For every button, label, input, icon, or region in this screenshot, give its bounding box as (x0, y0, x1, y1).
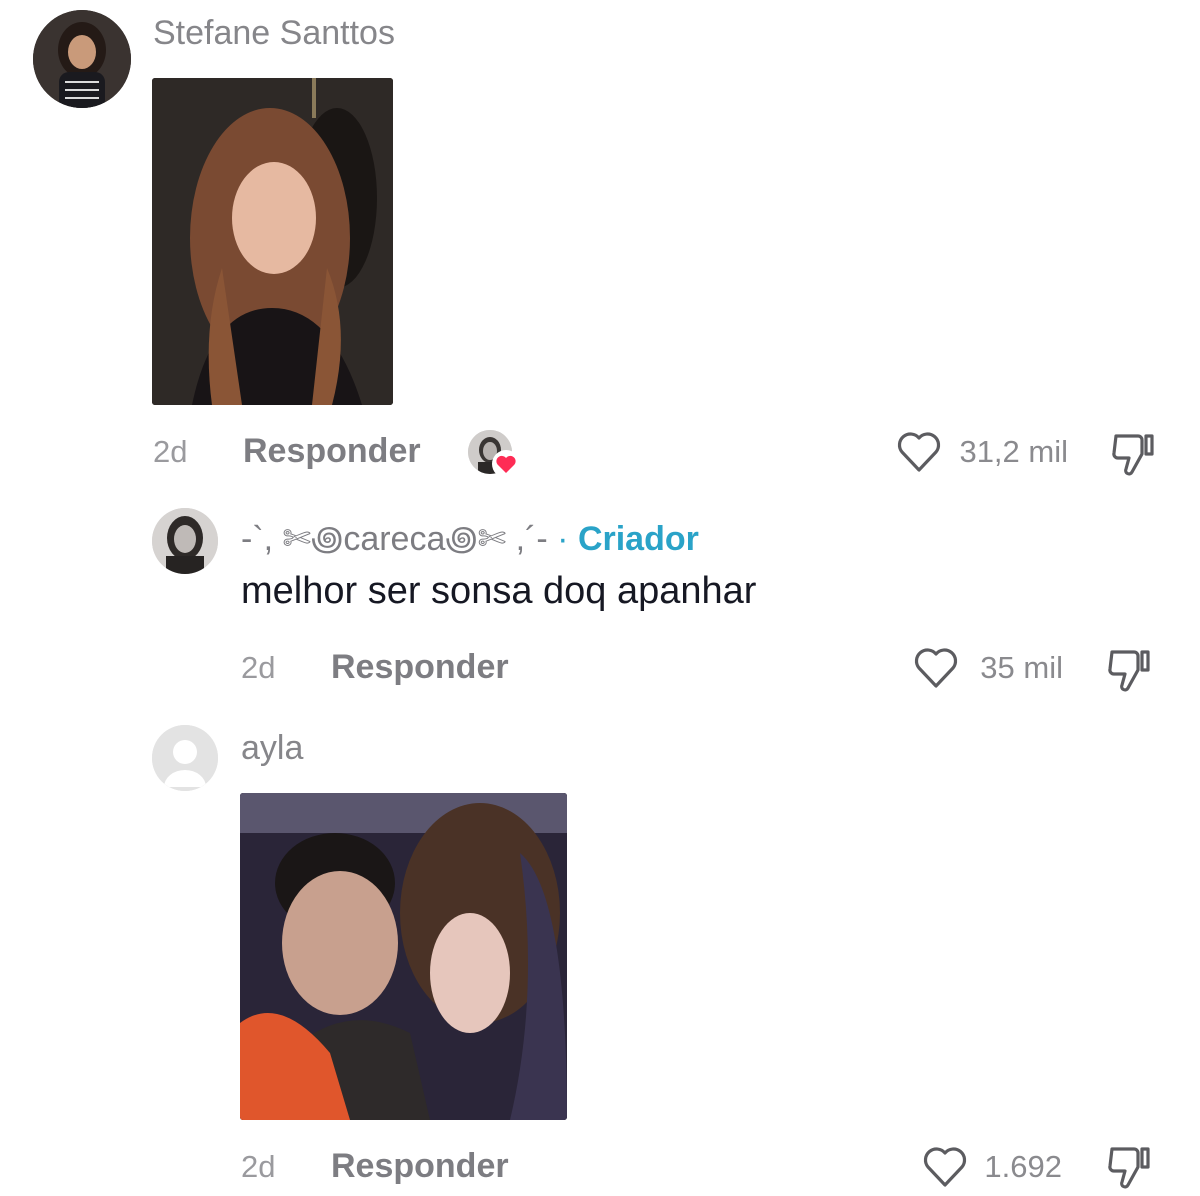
dislike-icon[interactable] (1104, 644, 1154, 694)
creator-badge: Criador (577, 520, 699, 558)
separator-dot: · (557, 520, 569, 558)
comment-image[interactable] (240, 793, 567, 1120)
comment-author[interactable]: Stefane Santtos (153, 14, 395, 53)
comment-text: melhor ser sonsa doq apanhar (241, 570, 757, 612)
comment-timestamp: 2d (241, 1149, 276, 1184)
like-count: 31,2 mil (959, 434, 1068, 469)
comment-timestamp: 2d (153, 434, 188, 469)
creator-author-line: -`, ✄꩜careca꩜✄ ,´- · Criador (241, 512, 699, 562)
avatar-stefane[interactable] (33, 10, 131, 108)
like-count: 35 mil (980, 650, 1063, 685)
heart-outline-icon[interactable] (922, 1145, 968, 1189)
dislike-icon[interactable] (1108, 428, 1158, 478)
default-avatar-icon[interactable] (152, 725, 218, 791)
comment-author[interactable]: ayla (241, 729, 303, 768)
heart-outline-icon[interactable] (913, 646, 959, 690)
avatar-creator[interactable] (152, 508, 218, 574)
comment-author[interactable]: -`, ✄꩜careca꩜✄ ,´- (241, 520, 557, 558)
reply-button[interactable]: Responder (331, 1147, 509, 1186)
creator-liked-indicator (468, 430, 520, 478)
dislike-icon[interactable] (1104, 1141, 1154, 1191)
comment-image[interactable] (152, 78, 393, 405)
heart-outline-icon[interactable] (896, 430, 942, 474)
like-count: 1.692 (984, 1149, 1062, 1184)
reply-button[interactable]: Responder (243, 432, 421, 471)
creator-liked-heart-icon (492, 450, 520, 478)
comment-timestamp: 2d (241, 650, 276, 685)
reply-button[interactable]: Responder (331, 648, 509, 687)
